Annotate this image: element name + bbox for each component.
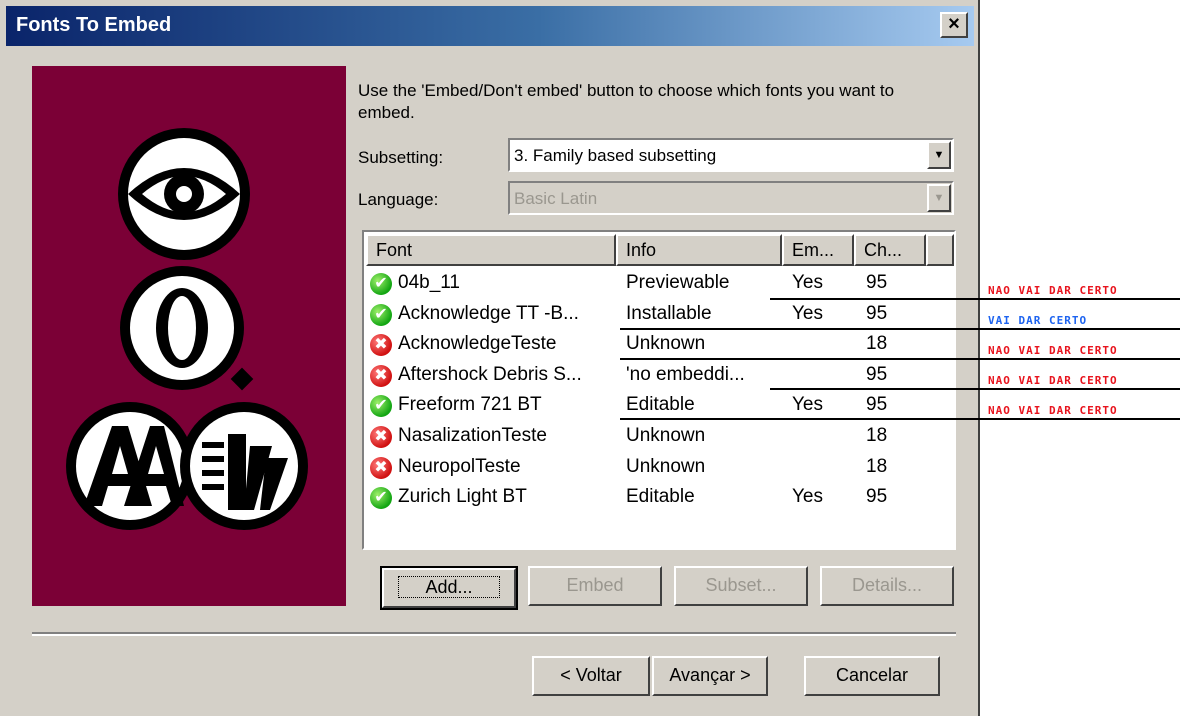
subsetting-select[interactable]: 3. Family based subsetting ▼ bbox=[508, 138, 954, 172]
cell-info: Unknown bbox=[626, 455, 706, 477]
cell-font: NeuropolTeste bbox=[398, 455, 521, 477]
table-row[interactable]: ✔ Zurich Light BT Editable Yes 95 bbox=[368, 484, 948, 514]
cell-font: Acknowledge TT -B... bbox=[398, 302, 579, 324]
cell-embed: Yes bbox=[792, 272, 823, 293]
annotation-line bbox=[770, 388, 1180, 390]
chevron-down-icon: ▼ bbox=[927, 184, 951, 212]
separator bbox=[32, 632, 956, 636]
wizard-logo-panel bbox=[32, 66, 346, 606]
subsetting-label: Subsetting: bbox=[358, 148, 444, 167]
check-icon: ✔ bbox=[370, 273, 392, 295]
check-icon: ✔ bbox=[370, 487, 392, 510]
annotation-line bbox=[620, 418, 1180, 420]
fonts-list[interactable]: Font Info Em... Ch... ✔ 04b_11 Previewable… bbox=[362, 230, 956, 550]
next-button[interactable]: Avançar > bbox=[652, 656, 768, 696]
annotation-label: VAI DAR CERTO bbox=[988, 314, 1088, 327]
column-header-info[interactable]: Info bbox=[616, 234, 782, 266]
language-label: Language: bbox=[358, 190, 439, 209]
cell-chars: 95 bbox=[866, 302, 888, 324]
cell-chars: 95 bbox=[866, 363, 888, 385]
column-header-chars[interactable]: Ch... bbox=[854, 234, 926, 266]
cell-font: Freeform 721 BT bbox=[398, 394, 542, 416]
table-row[interactable]: ✖ NeuropolTeste Unknown 18 bbox=[368, 454, 948, 484]
back-button[interactable]: < Voltar bbox=[532, 656, 650, 696]
cell-chars: 95 bbox=[866, 272, 888, 293]
cell-embed: Yes bbox=[792, 486, 823, 508]
annotation-line bbox=[620, 358, 1180, 360]
check-icon: ✔ bbox=[370, 303, 392, 326]
window-title: Fonts To Embed bbox=[16, 14, 172, 36]
cell-info: Installable bbox=[626, 302, 712, 324]
cell-chars: 18 bbox=[866, 455, 888, 477]
table-row[interactable]: ✔ 04b_11 Previewable Yes 95 bbox=[368, 270, 948, 300]
check-icon: ✔ bbox=[370, 395, 392, 418]
annotation-line bbox=[770, 298, 1180, 300]
annotation-label: NAO VAI DAR CERTO bbox=[988, 404, 1118, 417]
column-header-font[interactable]: Font bbox=[366, 234, 616, 266]
list-header: Font Info Em... Ch... bbox=[366, 234, 954, 266]
table-row[interactable]: ✖ AcknowledgeTeste Unknown 18 bbox=[368, 331, 948, 361]
annotation-label: NAO VAI DAR CERTO bbox=[988, 374, 1118, 387]
details-button[interactable]: Details... bbox=[820, 566, 954, 606]
title-bar[interactable]: Fonts To Embed × bbox=[6, 6, 974, 46]
cell-chars: 95 bbox=[866, 486, 888, 508]
cross-icon: ✖ bbox=[370, 334, 392, 357]
cell-font: NasalizationTeste bbox=[398, 425, 547, 446]
cross-icon: ✖ bbox=[370, 364, 392, 387]
cell-chars: 18 bbox=[866, 333, 888, 355]
cell-info: 'no embeddi... bbox=[626, 363, 745, 385]
cell-font: Aftershock Debris S... bbox=[398, 363, 582, 385]
cell-chars: 18 bbox=[866, 425, 888, 446]
column-header-embed[interactable]: Em... bbox=[782, 234, 854, 266]
subsetting-value: 3. Family based subsetting bbox=[514, 146, 717, 165]
cell-info: Editable bbox=[626, 486, 695, 508]
cross-icon: ✖ bbox=[370, 456, 392, 479]
cell-font: Zurich Light BT bbox=[398, 486, 527, 508]
font-logo-icon bbox=[66, 128, 308, 530]
cross-icon: ✖ bbox=[370, 426, 392, 448]
table-row[interactable]: ✖ NasalizationTeste Unknown 18 bbox=[368, 423, 948, 453]
cell-embed: Yes bbox=[792, 394, 823, 416]
embed-button[interactable]: Embed bbox=[528, 566, 662, 606]
table-row[interactable]: ✔ Acknowledge TT -B... Installable Yes 95 bbox=[368, 301, 948, 331]
cell-font: 04b_11 bbox=[398, 272, 460, 293]
cell-info: Unknown bbox=[626, 333, 706, 355]
close-button[interactable]: × bbox=[940, 12, 968, 38]
cell-info: Editable bbox=[626, 394, 695, 416]
cell-embed: Yes bbox=[792, 302, 823, 324]
language-value: Basic Latin bbox=[514, 189, 598, 208]
add-button[interactable]: Add... bbox=[380, 566, 518, 610]
subset-button[interactable]: Subset... bbox=[674, 566, 808, 606]
chevron-down-icon[interactable]: ▼ bbox=[927, 141, 951, 169]
cell-font: AcknowledgeTeste bbox=[398, 333, 557, 355]
column-header-filler bbox=[926, 234, 954, 266]
cell-info: Previewable bbox=[626, 272, 730, 293]
instruction-text: Use the 'Embed/Don't embed' button to ch… bbox=[358, 81, 895, 122]
cancel-button[interactable]: Cancelar bbox=[804, 656, 940, 696]
annotation-label: NAO VAI DAR CERTO bbox=[988, 284, 1118, 297]
annotation-label: NAO VAI DAR CERTO bbox=[988, 344, 1118, 357]
cell-chars: 95 bbox=[866, 394, 888, 416]
annotation-line bbox=[620, 328, 1180, 330]
language-select: Basic Latin ▼ bbox=[508, 181, 954, 215]
cell-info: Unknown bbox=[626, 425, 706, 446]
